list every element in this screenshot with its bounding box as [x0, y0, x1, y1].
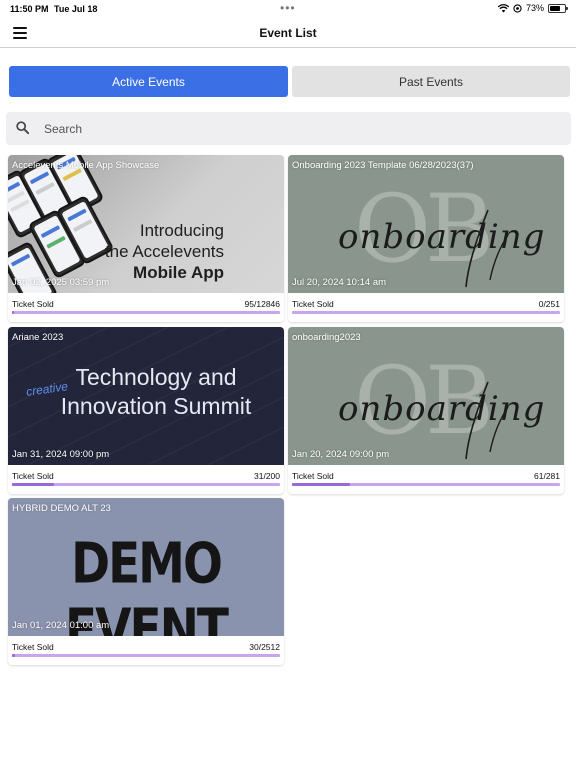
event-title: onboarding2023: [292, 332, 361, 343]
battery-icon: [548, 3, 568, 13]
event-title: Accelevents Mobile App Showcase: [12, 160, 160, 171]
battery-percent: 73%: [525, 3, 544, 13]
ticket-sold-label: Ticket Sold: [12, 299, 54, 309]
event-card-accelevents-showcase[interactable]: Introducing the Accelevents Mobile App A…: [8, 155, 284, 322]
event-date: Jul 20, 2024 10:14 am: [292, 277, 387, 288]
tab-past-events[interactable]: Past Events: [292, 66, 570, 97]
ticket-sold-row: Ticket Sold 31/200: [12, 470, 280, 482]
ticket-progress-bar: [292, 483, 560, 486]
banner-art-text: Technology and Innovation Summit: [60, 364, 252, 419]
wifi-icon: [497, 3, 509, 12]
ticket-progress-bar: [292, 311, 560, 314]
page-title: Event List: [259, 26, 317, 40]
ticket-sold-row: Ticket Sold 61/281: [292, 470, 560, 482]
script-flourish-icon: [465, 381, 509, 460]
navigation-bar: Event List: [0, 18, 576, 48]
event-banner-image: DEMO EVENT HYBRID DEMO ALT 23 Jan 01, 20…: [8, 498, 284, 636]
ticket-sold-count: 95/12846: [244, 299, 280, 309]
location-lock-icon: [513, 3, 522, 13]
event-banner-image: OB onboarding onboarding2023 Jan 20, 202…: [288, 327, 564, 465]
status-indicators: 73%: [497, 3, 568, 13]
ticket-sold-label: Ticket Sold: [292, 471, 334, 481]
ticket-sold-row: Ticket Sold 95/12846: [12, 298, 280, 310]
script-flourish-icon: [465, 209, 509, 288]
event-card-onboarding-template[interactable]: OB onboarding Onboarding 2023 Template 0…: [288, 155, 564, 322]
status-bar: 11:50 PM Tue Jul 18 ••• 73%: [0, 0, 576, 18]
event-banner-image: Introducing the Accelevents Mobile App A…: [8, 155, 284, 293]
ticket-progress-bar: [12, 311, 280, 314]
search-icon: [16, 121, 29, 134]
search-input[interactable]: [44, 120, 544, 138]
ticket-sold-count: 31/200: [254, 471, 280, 481]
status-date: Tue Jul 18: [54, 4, 98, 14]
event-card-onboarding2023[interactable]: OB onboarding onboarding2023 Jan 20, 202…: [288, 327, 564, 494]
event-date: Jan 01, 2024 01:00 am: [12, 620, 110, 631]
event-title: Onboarding 2023 Template 06/28/2023(37): [292, 160, 474, 171]
event-date: Jan 02, 2025 03:59 pm: [12, 277, 110, 288]
tab-active-events[interactable]: Active Events: [9, 66, 288, 97]
event-title: HYBRID DEMO ALT 23: [12, 503, 111, 514]
event-banner-image: OB onboarding Onboarding 2023 Template 0…: [288, 155, 564, 293]
banner-art-text: Introducing the Accelevents Mobile App: [104, 221, 224, 282]
ticket-sold-label: Ticket Sold: [292, 299, 334, 309]
event-banner-image: Technology and Innovation Summit creativ…: [8, 327, 284, 465]
multitasking-dots-icon[interactable]: •••: [280, 1, 296, 15]
event-card-hybrid-demo[interactable]: DEMO EVENT HYBRID DEMO ALT 23 Jan 01, 20…: [8, 498, 284, 665]
event-date: Jan 31, 2024 09:00 pm: [12, 449, 110, 460]
search-bar[interactable]: [6, 112, 571, 145]
ticket-progress-bar: [12, 483, 280, 486]
ticket-sold-count: 0/251: [538, 299, 560, 309]
ticket-sold-row: Ticket Sold 0/251: [292, 298, 560, 310]
event-title: Ariane 2023: [12, 332, 64, 343]
ticket-sold-count: 30/2512: [249, 642, 280, 652]
ticket-sold-count: 61/281: [534, 471, 560, 481]
ticket-sold-label: Ticket Sold: [12, 471, 54, 481]
status-time: 11:50 PM: [10, 4, 49, 14]
event-date: Jan 20, 2024 09:00 pm: [292, 449, 390, 460]
event-card-ariane-2023[interactable]: Technology and Innovation Summit creativ…: [8, 327, 284, 494]
ticket-sold-label: Ticket Sold: [12, 642, 54, 652]
ticket-sold-row: Ticket Sold 30/2512: [12, 641, 280, 653]
ticket-progress-bar: [12, 654, 280, 657]
